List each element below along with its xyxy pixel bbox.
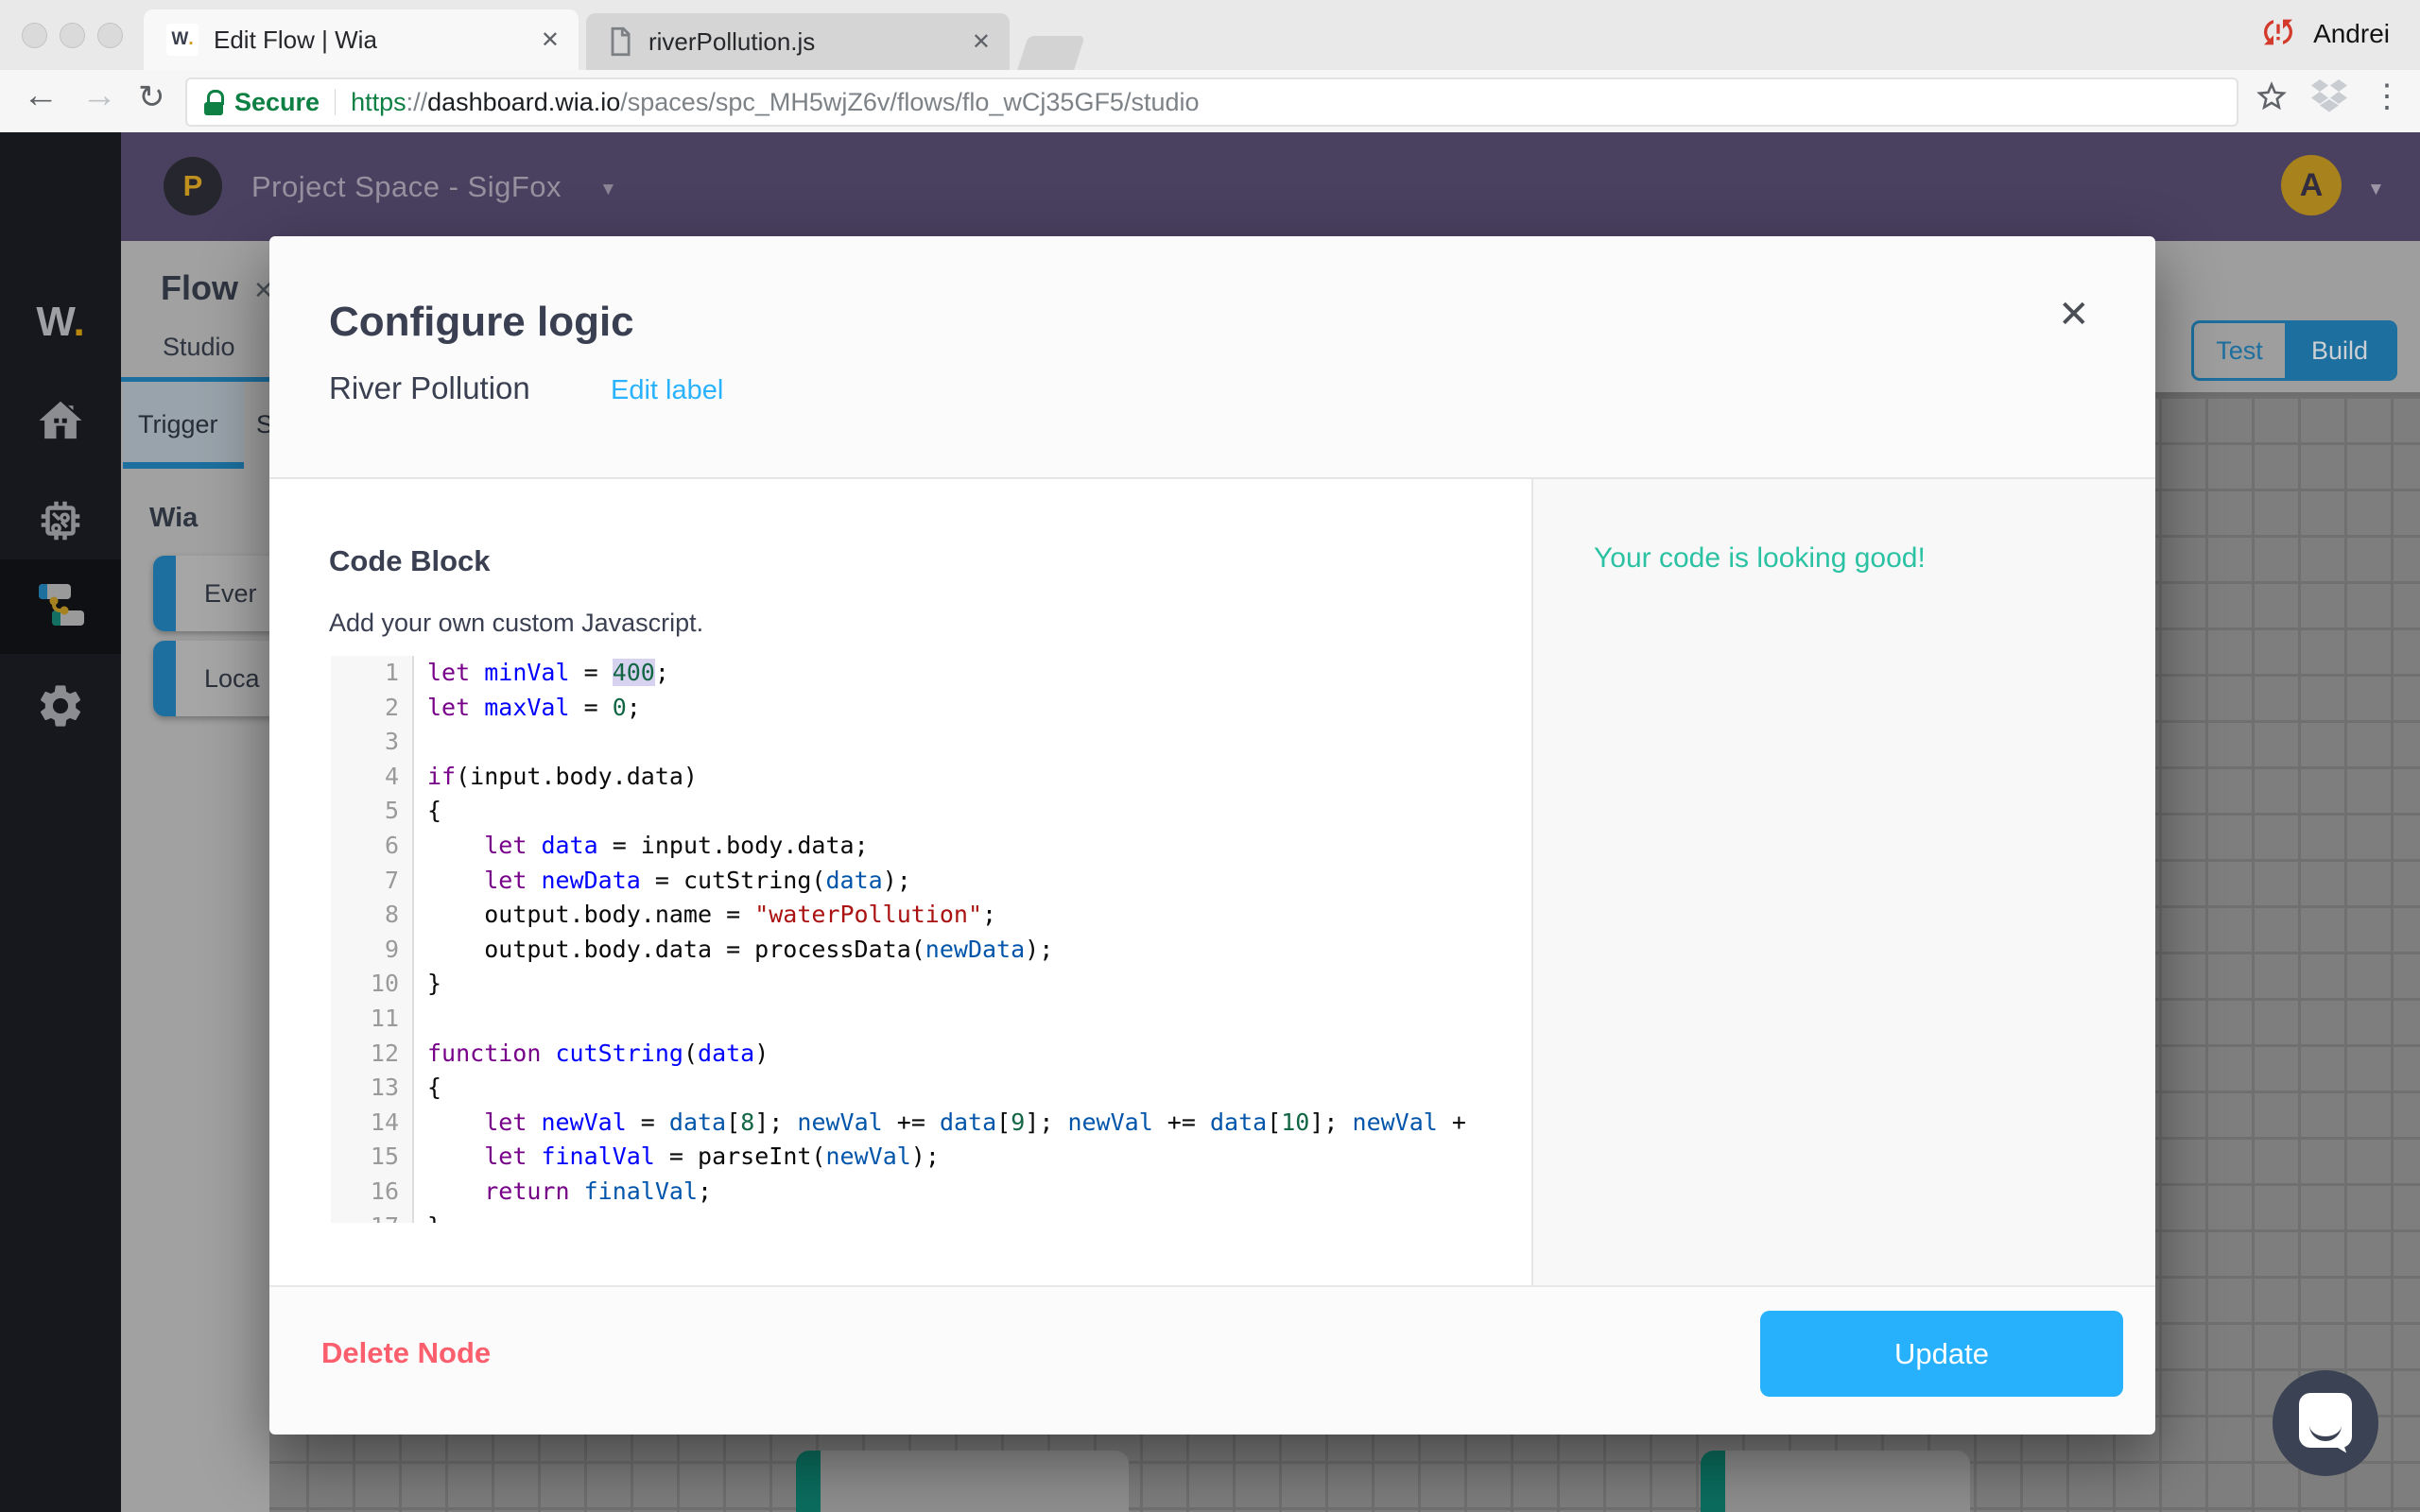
test-button[interactable]: Test	[2194, 323, 2285, 378]
project-dropdown-icon[interactable]: ▼	[599, 180, 617, 200]
dropbox-extension-icon[interactable]	[2310, 79, 2348, 113]
node-color-cap	[153, 556, 176, 631]
url-divider	[335, 89, 336, 115]
url-host: dashboard.wia.io	[427, 88, 620, 117]
tab-title: riverPollution.js	[648, 27, 953, 57]
window-minimize-button[interactable]	[60, 23, 85, 48]
chat-launcher[interactable]	[2273, 1370, 2378, 1476]
code-line[interactable]: 14 let newVal = data[8]; newVal += data[…	[331, 1106, 1530, 1141]
browser-tab-strip: W. Edit Flow | Wia ✕ riverPollution.js ✕…	[0, 0, 2420, 70]
wia-section-label: Wia	[149, 503, 198, 534]
browser-tab-active[interactable]: W. Edit Flow | Wia ✕	[144, 9, 579, 70]
test-build-toggle: Test Build	[2191, 320, 2397, 381]
code-line[interactable]: 15 let finalVal = parseInt(newVal);	[331, 1140, 1530, 1175]
node-color-cap	[153, 641, 176, 716]
tab-studio[interactable]: Studio	[163, 333, 235, 362]
status-section	[1533, 479, 2155, 1285]
wia-favicon: W.	[166, 24, 199, 56]
code-lines: 1let minVal = 400;2let maxVal = 0;34if(i…	[331, 656, 1530, 1223]
window-zoom-button[interactable]	[97, 23, 123, 48]
modal-title: Configure logic	[329, 299, 634, 346]
code-line[interactable]: 3	[331, 725, 1530, 760]
user-avatar[interactable]: A	[2281, 155, 2342, 215]
settings-gear-icon[interactable]	[35, 680, 86, 731]
code-block-description: Add your own custom Javascript.	[329, 609, 703, 638]
devices-chip-icon[interactable]	[35, 495, 86, 546]
back-icon[interactable]: ←	[23, 76, 59, 116]
forward-icon[interactable]: →	[81, 76, 117, 116]
code-line[interactable]: 10}	[331, 967, 1530, 1002]
reload-icon[interactable]: ↻	[138, 78, 165, 116]
code-status-message: Your code is looking good!	[1594, 542, 1926, 575]
url-separator: ://	[406, 88, 428, 117]
code-line[interactable]: 5{	[331, 794, 1530, 829]
address-bar[interactable]: Secure https :// dashboard.wia.io /space…	[185, 77, 2238, 127]
lock-icon	[204, 90, 223, 115]
node-event-button[interactable]: Ever	[153, 556, 285, 631]
code-line[interactable]: 8 output.body.name = "waterPollution";	[331, 898, 1530, 933]
app-header: P Project Space - SigFox ▼ A ▼	[121, 132, 2420, 241]
url-path: /spaces/spc_MH5wjZ6v/flows/flo_wCj35GF5/…	[620, 88, 1199, 117]
code-line[interactable]: 17}	[331, 1210, 1530, 1224]
modal-close-icon[interactable]: ✕	[2058, 293, 2090, 336]
code-line[interactable]: 6 let data = input.body.data;	[331, 829, 1530, 864]
code-line[interactable]: 12function cutString(data)	[331, 1037, 1530, 1072]
document-icon	[607, 26, 633, 57]
tab-title: Edit Flow | Wia	[214, 26, 522, 55]
project-title[interactable]: Project Space - SigFox	[251, 170, 562, 204]
modal-footer-divider	[269, 1285, 2155, 1287]
code-line[interactable]: 1let minVal = 400;	[331, 656, 1530, 691]
window-close-button[interactable]	[22, 23, 47, 48]
code-line[interactable]: 4if(input.body.data)	[331, 760, 1530, 795]
code-line[interactable]: 2let maxVal = 0;	[331, 691, 1530, 726]
browser-tab-inactive[interactable]: riverPollution.js ✕	[586, 13, 1010, 70]
browser-profile-name[interactable]: Andrei	[2313, 19, 2390, 49]
tab-trigger[interactable]: Trigger	[138, 410, 218, 439]
secure-label: Secure	[234, 88, 320, 117]
browser-menu-icon[interactable]: ⋮	[2371, 77, 2403, 115]
app-sidebar: W.	[0, 132, 121, 1512]
build-button[interactable]: Build	[2285, 323, 2394, 378]
url-scheme: https	[351, 88, 406, 117]
sync-error-icon[interactable]	[2259, 13, 2297, 51]
flows-icon[interactable]	[35, 580, 88, 629]
update-button[interactable]: Update	[1760, 1311, 2123, 1397]
code-line[interactable]: 13{	[331, 1071, 1530, 1106]
node-label: River Pollution	[329, 370, 530, 406]
code-block-heading: Code Block	[329, 544, 491, 578]
new-tab-button[interactable]	[1017, 36, 1085, 70]
code-line[interactable]: 11	[331, 1002, 1530, 1037]
trigger-tab-underline	[123, 462, 244, 469]
delete-node-button[interactable]: Delete Node	[321, 1336, 491, 1370]
bookmark-star-icon[interactable]	[2254, 78, 2290, 114]
flow-panel-title: Flow	[161, 268, 238, 308]
home-icon[interactable]	[35, 395, 86, 446]
code-editor[interactable]: 1let minVal = 400;2let maxVal = 0;34if(i…	[331, 656, 1530, 1223]
canvas-node-partial[interactable]	[796, 1451, 1129, 1512]
tab-close-icon[interactable]: ✕	[953, 28, 1010, 56]
user-dropdown-icon[interactable]: ▼	[2367, 180, 2385, 200]
configure-logic-modal: Configure logic River Pollution Edit lab…	[269, 236, 2155, 1435]
code-line[interactable]: 16 return finalVal;	[331, 1175, 1530, 1210]
node-location-button[interactable]: Loca	[153, 641, 285, 716]
screen: W. Edit Flow | Wia ✕ riverPollution.js ✕…	[0, 0, 2420, 1512]
browser-toolbar: ← → ↻ Secure https :// dashboard.wia.io …	[0, 70, 2420, 134]
code-line[interactable]: 9 output.body.data = processData(newData…	[331, 933, 1530, 968]
canvas-node-partial[interactable]	[1701, 1451, 1970, 1512]
project-avatar[interactable]: P	[164, 157, 222, 215]
tab-close-icon[interactable]: ✕	[522, 26, 579, 54]
edit-label-link[interactable]: Edit label	[611, 375, 723, 406]
wia-logo[interactable]: W.	[0, 299, 121, 346]
code-line[interactable]: 7 let newData = cutString(data);	[331, 864, 1530, 899]
